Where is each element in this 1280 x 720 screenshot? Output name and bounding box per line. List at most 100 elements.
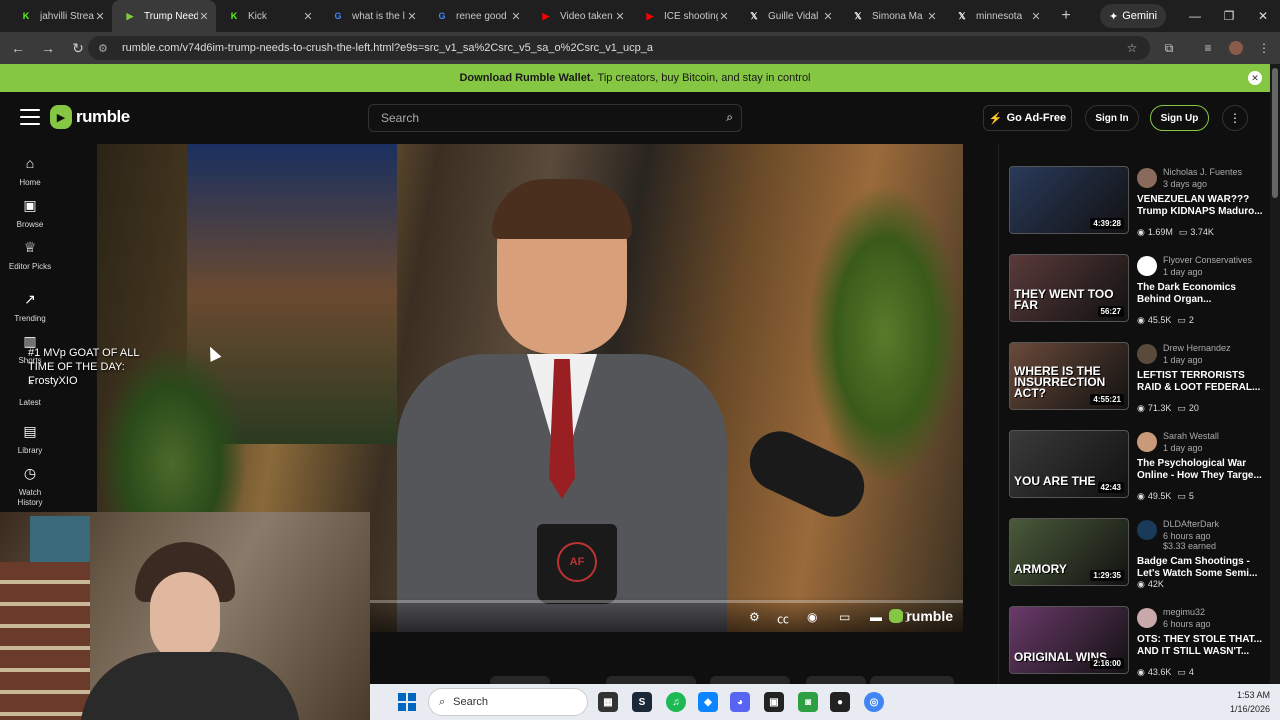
channel-name[interactable]: Drew Hernandez <box>1163 343 1273 353</box>
recommended-video[interactable]: ARMORY 1:29:35 DLDAfterDark 6 hours ago $3.3… <box>1009 496 1269 589</box>
close-window-icon[interactable]: ✕ <box>1246 0 1280 32</box>
wallet-promo-banner[interactable]: Download Rumble Wallet. Tip creators, bu… <box>0 64 1270 92</box>
profile-avatar[interactable] <box>1224 36 1248 60</box>
app-icon[interactable]: ◙ <box>798 692 818 712</box>
tab-close-icon[interactable]: ✕ <box>198 10 210 23</box>
bookmark-star-icon[interactable]: ☆ <box>1120 36 1144 60</box>
banner-close-icon[interactable]: ✕ <box>1248 71 1262 85</box>
settings-gear-icon[interactable]: ⚙ <box>749 610 760 624</box>
browser-menu-icon[interactable]: ⋮ <box>1252 36 1276 60</box>
minimize-icon[interactable]: — <box>1178 0 1212 32</box>
site-info-icon[interactable]: ⚙ <box>98 42 114 55</box>
media-controls-icon[interactable]: ≡ <box>1196 36 1220 60</box>
chrome-icon[interactable]: ◎ <box>864 692 884 712</box>
sign-up-button[interactable]: Sign Up <box>1150 105 1209 131</box>
nav-item-library[interactable]: ▤ Library <box>0 424 60 456</box>
browser-tab[interactable]: K Kick ✕ <box>216 0 320 32</box>
channel-name[interactable]: Sarah Westall <box>1163 431 1273 441</box>
search-icon[interactable]: ⌕ <box>726 110 733 125</box>
video-title[interactable]: The Dark Economics Behind Organ... <box>1137 282 1265 306</box>
url-field[interactable]: ⚙ rumble.com/v74d6im-trump-needs-to-crus… <box>88 36 1150 60</box>
browser-tab[interactable]: ▶ Video taken ✕ <box>528 0 632 32</box>
browser-tab[interactable]: ▶ Trump Needs✕ <box>112 0 216 32</box>
file-explorer-icon[interactable]: ▦ <box>598 692 618 712</box>
browser-tab[interactable]: Gwhat is the l ✕ <box>320 0 424 32</box>
browser-tab[interactable]: 𝕏 Simona Ma ✕ <box>840 0 944 32</box>
video-thumbnail[interactable]: THEY WENT TOO FAR 56:27 <box>1009 254 1129 322</box>
rumble-logo[interactable]: ▶ rumble <box>50 105 130 129</box>
tab-close-icon[interactable]: ✕ <box>510 10 522 23</box>
browser-tab[interactable]: 𝕏 Guille Vidal ✕ <box>736 0 840 32</box>
forward-icon[interactable]: → <box>34 34 62 62</box>
miniplayer-icon[interactable]: ▭ <box>839 610 850 624</box>
channel-name[interactable]: Flyover Conservatives <box>1163 255 1273 265</box>
hamburger-menu-icon[interactable] <box>20 109 40 125</box>
video-thumbnail[interactable]: YOU ARE THE 42:43 <box>1009 430 1129 498</box>
terminal-icon[interactable]: ▣ <box>764 692 784 712</box>
theater-mode-icon[interactable]: ▬ <box>870 610 882 624</box>
tab-close-icon[interactable]: ✕ <box>926 10 938 23</box>
video-thumbnail[interactable]: ORIGINAL WINS 2:16:00 <box>1009 606 1129 674</box>
nav-item-editor-picks[interactable]: ♕ Editor Picks <box>0 240 60 272</box>
channel-avatar[interactable] <box>1137 432 1157 452</box>
recommended-video[interactable]: ORIGINAL WINS 2:16:00 megimu32 6 hours ago O… <box>1009 584 1269 677</box>
new-tab-icon[interactable]: + <box>1054 4 1078 28</box>
video-thumbnail[interactable]: ARMORY 1:29:35 <box>1009 518 1129 586</box>
channel-avatar[interactable] <box>1137 520 1157 540</box>
browser-tab[interactable]: Kjahvilli Stream✕ <box>8 0 112 32</box>
recommended-video[interactable]: THEY WENT TOO FAR 56:27 Flyover Conservati… <box>1009 232 1269 325</box>
channel-avatar[interactable] <box>1137 608 1157 628</box>
sign-in-button[interactable]: Sign In <box>1085 105 1139 131</box>
channel-avatar[interactable] <box>1137 344 1157 364</box>
tab-close-icon[interactable]: ✕ <box>718 10 730 23</box>
tab-close-icon[interactable]: ✕ <box>614 10 626 23</box>
search-input[interactable]: Search ⌕ <box>368 104 742 132</box>
nav-item-home[interactable]: ⌂ Home <box>0 156 60 188</box>
maximize-icon[interactable]: ❐ <box>1212 0 1246 32</box>
video-title[interactable]: VENEZUELAN WAR??? Trump KIDNAPS Maduro..… <box>1137 194 1265 218</box>
tab-close-icon[interactable]: ✕ <box>94 10 106 23</box>
more-options-icon[interactable]: ⋮ <box>1222 105 1248 131</box>
video-title[interactable]: The Psychological War Online - How They … <box>1137 458 1265 482</box>
channel-avatar[interactable] <box>1137 256 1157 276</box>
windows-start-icon[interactable] <box>398 693 416 711</box>
video-thumbnail[interactable]: WHERE IS THE INSURRECTION ACT? 4:55:21 <box>1009 342 1129 410</box>
nav-item-label: Home <box>19 178 41 187</box>
recommended-video[interactable]: 4:39:28 Nicholas J. Fuentes 3 days ago VENE… <box>1009 144 1269 237</box>
go-ad-free-button[interactable]: ⚡ Go Ad-Free <box>983 105 1072 131</box>
earned-amount: $3.33 earned <box>1163 541 1217 551</box>
browser-tab[interactable]: 𝕏minnesota ✕ <box>944 0 1048 32</box>
recommended-video[interactable]: YOU ARE THE 42:43 Sarah Westall 1 day ago Th… <box>1009 408 1269 501</box>
nav-item-watch-history[interactable]: ◷ Watch History <box>0 466 60 508</box>
tab-close-icon[interactable]: ✕ <box>1030 10 1042 23</box>
obs-icon[interactable]: ● <box>830 692 850 712</box>
nav-item-trending[interactable]: ↗ Trending <box>0 292 60 324</box>
steam-icon[interactable]: S <box>632 692 652 712</box>
back-icon[interactable]: ← <box>4 34 32 62</box>
channel-name[interactable]: megimu32 <box>1163 607 1273 617</box>
autoplay-toggle-icon[interactable]: ◉ <box>807 610 817 624</box>
spotify-icon[interactable]: ♫ <box>666 692 686 712</box>
app-icon[interactable]: ◆ <box>698 692 718 712</box>
tab-close-icon[interactable]: ✕ <box>822 10 834 23</box>
video-thumbnail[interactable]: 4:39:28 <box>1009 166 1129 234</box>
system-clock[interactable]: 1:53 AM 1/16/2026 <box>1230 688 1270 716</box>
tab-close-icon[interactable]: ✕ <box>406 10 418 23</box>
video-title[interactable]: LEFTIST TERRORISTS RAID & LOOT FEDERAL..… <box>1137 370 1265 394</box>
gemini-button[interactable]: ✦ Gemini <box>1100 4 1166 28</box>
page-scrollbar[interactable] <box>1270 64 1280 684</box>
browser-tab[interactable]: ▶ ICE shooting ✕ <box>632 0 736 32</box>
screen-share-icon[interactable]: ⧉ <box>1157 36 1181 60</box>
video-title[interactable]: Badge Cam Shootings - Let's Watch Some S… <box>1137 556 1265 580</box>
channel-name[interactable]: DLDAfterDark <box>1163 519 1273 529</box>
captions-icon[interactable]: ㏄ <box>777 610 789 627</box>
video-title[interactable]: OTS: THEY STOLE THAT... AND IT STILL WAS… <box>1137 634 1265 658</box>
channel-avatar[interactable] <box>1137 168 1157 188</box>
recommended-video[interactable]: WHERE IS THE INSURRECTION ACT? 4:55:21 Dre… <box>1009 320 1269 413</box>
nav-item-browse[interactable]: ▣ Browse <box>0 198 60 230</box>
taskbar-search[interactable]: ⌕ Search <box>428 688 588 716</box>
discord-icon[interactable]: ◕ <box>730 692 750 712</box>
browser-tab[interactable]: Grenee good ✕ <box>424 0 528 32</box>
channel-name[interactable]: Nicholas J. Fuentes <box>1163 167 1273 177</box>
tab-close-icon[interactable]: ✕ <box>302 10 314 23</box>
